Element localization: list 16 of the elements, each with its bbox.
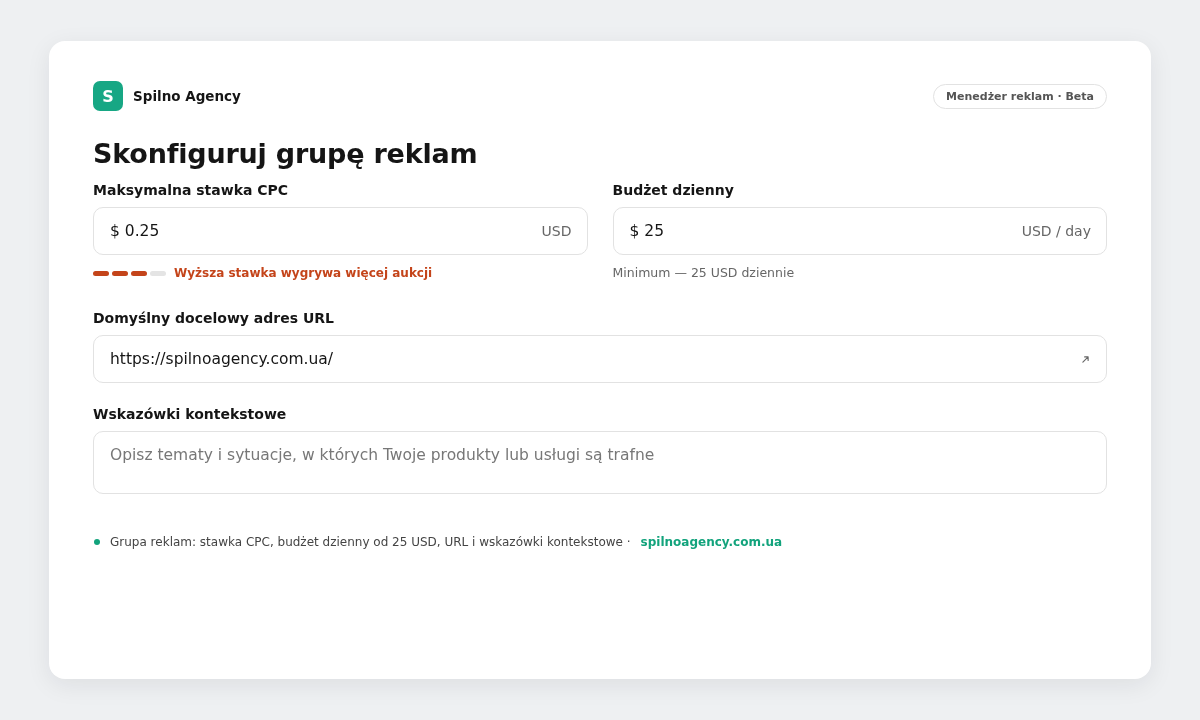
url-field[interactable]: https://spilnoagency.com.ua/ — [93, 335, 1107, 383]
page-title: Skonfiguruj grupę reklam — [93, 137, 479, 171]
budget-hint: Minimum — 25 USD dziennie — [612, 265, 795, 281]
field-label: Domyślny docelowy adres URL — [93, 309, 334, 327]
field-label: Wskazówki kontekstowe — [93, 405, 287, 423]
field-label: Maksymalna stawka CPC — [93, 181, 289, 199]
bid-advice-text: Wyższa stawka wygrywa więcej aukcji — [174, 266, 433, 280]
field-label: Budżet dzienny — [612, 181, 734, 199]
diagonal-arrow-icon — [1082, 356, 1089, 363]
summary-text: Grupa reklam: stawka CPC, budżet dzienny od 25 USD, URL i wskazówki kontekstowe · — [110, 534, 631, 550]
bullet-dot-icon — [94, 539, 100, 545]
logo-icon: S — [93, 81, 123, 111]
currency-suffix: USD — [541, 222, 572, 240]
brand-name: Spilno Agency — [133, 88, 241, 104]
hints-textarea[interactable]: Opisz tematy i sytuacje, w których Twoje produkty lub usługi są trafne — [93, 431, 1107, 494]
currency-suffix: USD / day — [1021, 222, 1091, 240]
